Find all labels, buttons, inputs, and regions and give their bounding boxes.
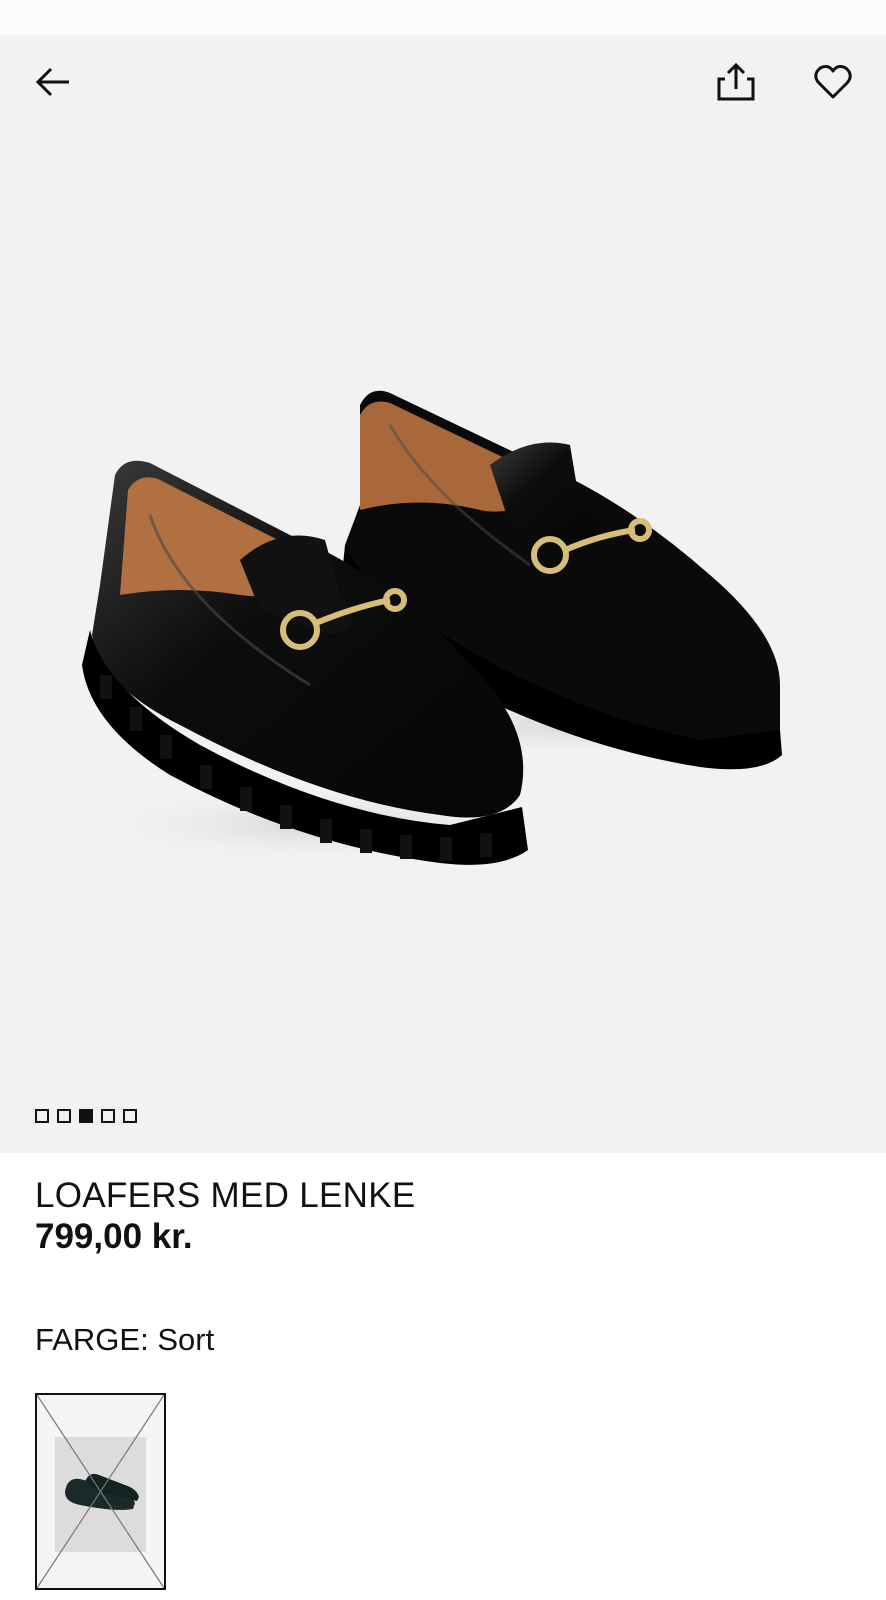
color-label: FARGE: (35, 1322, 149, 1357)
color-swatch-sort[interactable] (35, 1393, 166, 1590)
gallery-dot-2[interactable] (57, 1109, 71, 1123)
gallery-dot-1[interactable] (35, 1109, 49, 1123)
product-title: LOAFERS MED LENKE (35, 1176, 416, 1215)
favorite-button[interactable] (809, 58, 857, 106)
share-icon (717, 62, 755, 101)
arrow-left-icon (35, 67, 69, 97)
product-info: LOAFERS MED LENKE 799,00 kr. (35, 1176, 855, 1258)
product-image-gallery[interactable] (0, 35, 886, 1153)
gallery-pagination (35, 1109, 137, 1123)
product-image (80, 390, 810, 865)
back-button[interactable] (29, 58, 77, 106)
gallery-dot-5[interactable] (123, 1109, 137, 1123)
product-price: 799,00 kr. (35, 1217, 193, 1256)
color-selection-label: FARGE: Sort (35, 1320, 214, 1360)
share-button[interactable] (712, 58, 760, 106)
unavailable-cross-icon (37, 1395, 164, 1588)
heart-icon (814, 64, 852, 99)
gallery-dot-4[interactable] (101, 1109, 115, 1123)
color-value: Sort (157, 1322, 215, 1357)
gallery-dot-3-active[interactable] (79, 1109, 93, 1123)
status-area (0, 0, 886, 35)
